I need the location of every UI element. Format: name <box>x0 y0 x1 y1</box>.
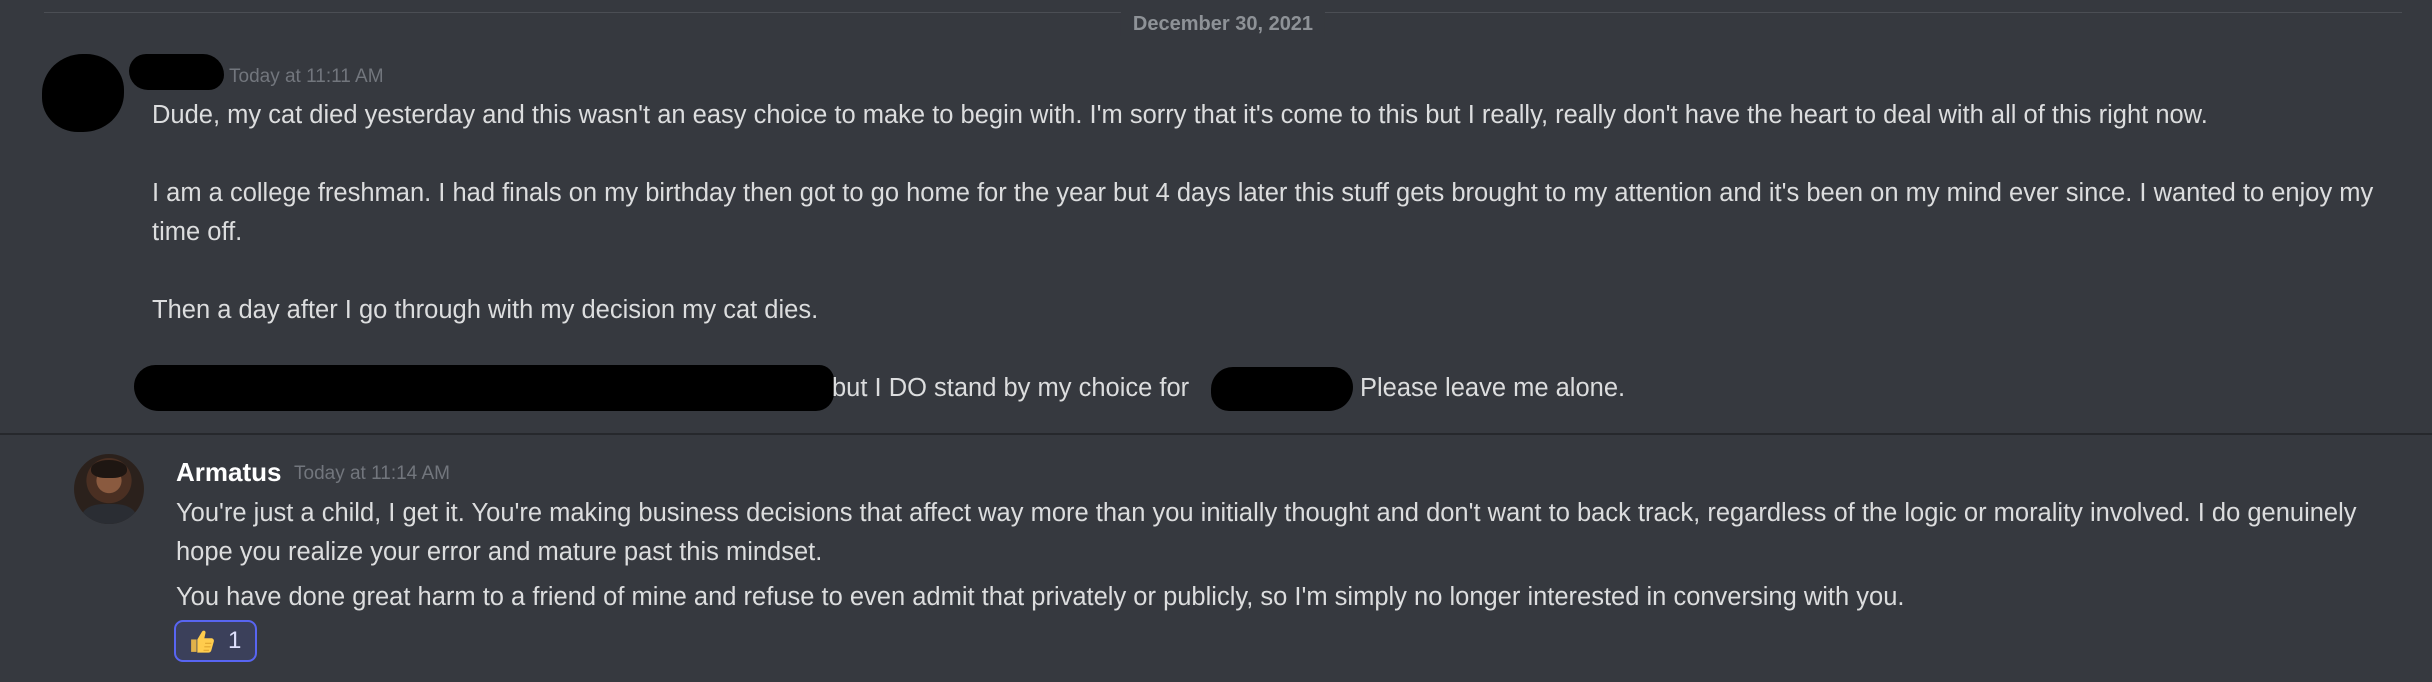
message-paragraph: You're just a child, I get it. You're ma… <box>176 499 2357 566</box>
message-content: Dude, my cat died yesterday and this was… <box>134 96 2402 411</box>
avatar[interactable] <box>74 454 144 524</box>
message-text-segment: Please leave me alone. <box>1360 374 1626 402</box>
username-redacted <box>129 54 224 90</box>
reaction-button[interactable]: 1 <box>174 620 258 662</box>
message-1[interactable]: Today at 11:11 AM Dude, my cat died yest… <box>0 40 2432 433</box>
message-text-segment: but I DO stand by my choice for <box>832 374 1190 402</box>
message-paragraph: Dude, my cat died yesterday and this was… <box>152 101 2208 129</box>
message-2[interactable]: Armatus Today at 11:14 AM You're just a … <box>0 436 2432 682</box>
reaction-count: 1 <box>228 627 242 654</box>
message-paragraph-redacted-line: but I DO stand by my choice for Please l… <box>134 365 2402 411</box>
date-divider: December 30, 2021 <box>44 12 2402 36</box>
redaction-mark <box>1211 367 1353 411</box>
message-timestamp: Today at 11:11 AM <box>229 66 384 87</box>
message-timestamp: Today at 11:14 AM <box>294 463 450 484</box>
message-content: You're just a child, I get it. You're ma… <box>176 494 2376 617</box>
username[interactable]: Armatus <box>176 456 281 488</box>
message-paragraph: Then a day after I go through with my de… <box>152 296 819 324</box>
avatar-redacted <box>42 54 124 132</box>
redaction-mark <box>134 365 834 411</box>
thumbs-up-icon <box>191 630 214 653</box>
avatar-hair <box>91 460 127 478</box>
message-separator <box>0 433 2432 435</box>
message-paragraph: You have done great harm to a friend of … <box>176 583 1905 611</box>
message-paragraph: I am a college freshman. I had finals on… <box>152 179 2374 246</box>
date-divider-label: December 30, 2021 <box>1120 12 1326 36</box>
avatar-shirt <box>82 504 136 524</box>
